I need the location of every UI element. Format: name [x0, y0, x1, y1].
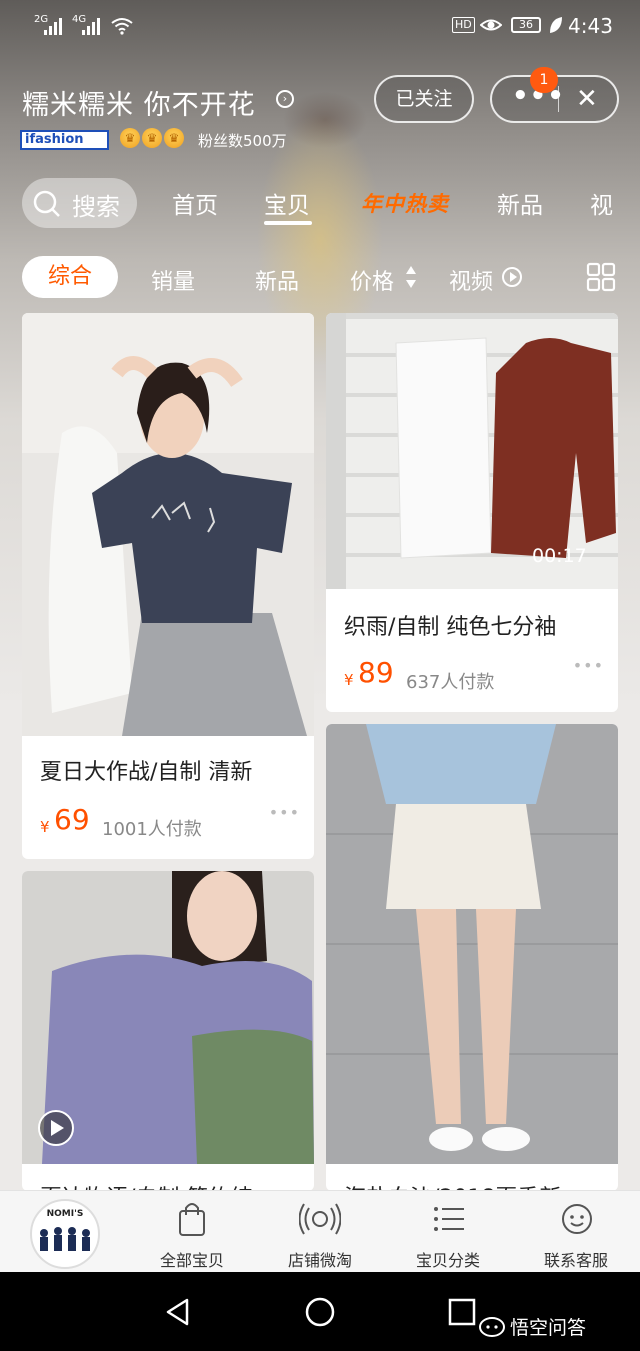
nav-all-products-label: 全部宝贝 — [159, 1251, 224, 1270]
search-icon — [33, 190, 60, 217]
tab-home[interactable]: 首页 — [172, 186, 218, 220]
product-card[interactable]: 夏达物语/自制 简约纯 — [22, 871, 314, 1191]
product-image[interactable] — [22, 313, 314, 736]
clock: 4:43 — [568, 14, 613, 38]
signal-icon — [82, 17, 100, 35]
nav-all-products[interactable]: 全部宝贝 — [128, 1191, 256, 1273]
chevron-right-icon[interactable]: › — [276, 90, 294, 108]
tab-products[interactable]: 宝贝 — [264, 186, 310, 220]
grid-view-icon[interactable] — [586, 262, 616, 292]
sold-count: 1001人付款 — [102, 819, 202, 840]
sold-count: 637人付款 — [406, 672, 495, 693]
battery-icon: 36 — [511, 17, 541, 33]
tab-mid-year-sale[interactable]: 年中热卖 — [361, 188, 449, 218]
video-duration: 00:17 — [532, 545, 587, 567]
currency-symbol: ¥ — [40, 818, 50, 836]
nav-customer-service-label: 联系客服 — [543, 1251, 608, 1270]
fans-count: 粉丝数500万 — [198, 132, 287, 150]
shopping-bag-icon — [179, 1203, 205, 1236]
crown-icon: ♛ — [164, 128, 184, 148]
watermark: 悟空问答 — [510, 1317, 587, 1339]
nav-shop-feed[interactable]: 店铺微淘 — [256, 1191, 384, 1273]
follow-button[interactable]: 已关注 — [374, 75, 474, 123]
ifashion-badge: ifashion — [20, 130, 109, 150]
crown-icon: ♛ — [120, 128, 140, 148]
play-circle-icon — [502, 267, 522, 287]
nav-customer-service[interactable]: 联系客服 — [512, 1191, 640, 1273]
active-tab-indicator — [264, 221, 312, 225]
shop-logo-figures — [40, 1227, 90, 1251]
power-saving-leaf-icon — [550, 17, 562, 33]
tab-new[interactable]: 新品 — [497, 186, 543, 220]
product-image[interactable] — [22, 871, 314, 1164]
product-card[interactable]: 夏日大作战/自制 清新 ¥ 69 1001人付款 ••• — [22, 313, 314, 859]
back-icon[interactable] — [163, 1297, 193, 1327]
divider — [558, 86, 559, 112]
search-label: 搜索 — [72, 193, 120, 221]
eye-comfort-icon — [480, 19, 502, 31]
nav-categories-label: 宝贝分类 — [415, 1251, 480, 1270]
close-icon[interactable]: ✕ — [576, 77, 598, 121]
product-title[interactable]: 夏日大作战/自制 清新 — [40, 754, 252, 786]
shop-rating-crowns: ♛ ♛ ♛ — [120, 128, 184, 148]
nav-shop-feed-label: 店铺微淘 — [287, 1251, 352, 1270]
shop-bottom-nav: NOMI'S 全部宝贝 店铺微淘 宝贝分类 联系客服 — [0, 1190, 640, 1273]
sort-sales[interactable]: 销量 — [151, 264, 195, 296]
shop-logo[interactable]: NOMI'S — [30, 1199, 100, 1269]
crown-icon: ♛ — [142, 128, 162, 148]
product-title[interactable]: 织雨/自制 纯色七分袖 — [344, 609, 556, 641]
product-price: 89 — [358, 656, 394, 689]
wukong-logo-icon — [479, 1317, 505, 1337]
more-options-icon[interactable]: ••• — [269, 803, 300, 822]
wifi-icon — [111, 18, 133, 35]
sort-arrows-icon — [406, 266, 416, 288]
status-bar: 2G 4G HD 36 4:43 — [0, 0, 640, 54]
broadcast-icon — [299, 1203, 341, 1235]
sort-new[interactable]: 新品 — [255, 264, 299, 296]
hd-icon: HD — [452, 17, 475, 33]
recents-icon[interactable] — [448, 1298, 476, 1326]
signal-icon — [44, 17, 62, 35]
notification-badge: 1 — [530, 67, 558, 93]
product-card[interactable]: 00:17 织雨/自制 纯色七分袖 ¥ 89 637人付款 ••• — [326, 313, 618, 712]
sort-price[interactable]: 价格 — [350, 264, 394, 296]
shop-logo-text: NOMI'S — [46, 1209, 84, 1219]
tab-video[interactable]: 视 — [590, 186, 613, 220]
customer-service-icon — [562, 1204, 592, 1234]
shop-name[interactable]: 糯米糯米 你不开花 — [22, 83, 256, 122]
product-price: 69 — [54, 803, 90, 836]
sort-video[interactable]: 视频 — [449, 264, 493, 296]
list-icon — [434, 1207, 464, 1231]
nav-categories[interactable]: 宝贝分类 — [384, 1191, 512, 1273]
product-image[interactable] — [326, 724, 618, 1164]
home-icon[interactable] — [304, 1296, 336, 1328]
more-options-icon[interactable]: ••• — [573, 656, 604, 675]
product-card[interactable]: 海盐白沙/2018夏季新 — [326, 724, 618, 1191]
sort-comprehensive[interactable]: 综合 — [22, 256, 118, 298]
currency-symbol: ¥ — [344, 671, 354, 689]
search-button[interactable]: 搜索 — [22, 178, 137, 228]
